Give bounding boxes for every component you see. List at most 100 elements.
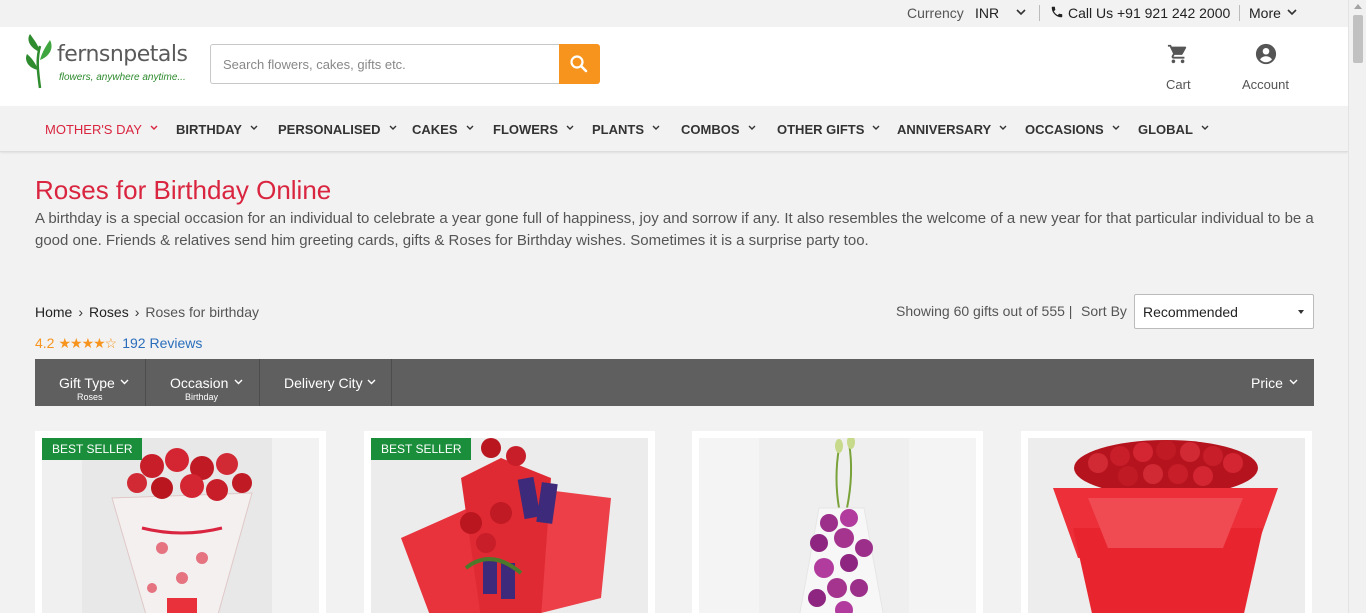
chevron-right-icon: › — [134, 304, 140, 320]
nav-item-label: OTHER GIFTS — [777, 122, 865, 137]
red-rose-bouquet-image — [1028, 438, 1305, 613]
filter-label: Price — [1251, 375, 1283, 391]
nav-item-label: FLOWERS — [493, 122, 558, 137]
chevron-down-icon — [1201, 125, 1209, 130]
product-card[interactable]: BEST SELLER — [364, 431, 655, 613]
nav-item-birthday[interactable]: BIRTHDAY — [176, 122, 258, 137]
nav-item-combos[interactable]: COMBOS — [681, 122, 756, 137]
chevron-down-icon — [999, 125, 1007, 130]
sort-selected-value: Recommended — [1143, 304, 1238, 320]
chevron-down-icon — [367, 379, 376, 385]
reviews-count[interactable]: 192 — [122, 335, 145, 351]
chevron-down-icon — [566, 125, 574, 130]
chevron-down-icon — [1112, 125, 1120, 130]
site-logo[interactable]: fernsnpetals flowers, anywhere anytime..… — [22, 30, 202, 90]
phone-icon — [1051, 6, 1063, 18]
search-button[interactable] — [559, 44, 600, 84]
filter-selected: Roses — [77, 392, 103, 402]
nav-item-anniversary[interactable]: ANNIVERSARY — [897, 122, 1007, 137]
star-rating-icon: ★★★★☆ — [58, 335, 117, 351]
chevron-down-icon[interactable] — [1285, 3, 1299, 21]
page-title: Roses for Birthday Online — [35, 175, 332, 205]
nav-item-label: OCCASIONS — [1025, 122, 1104, 137]
product-card[interactable] — [1021, 431, 1312, 613]
chevron-right-icon: › — [78, 304, 84, 320]
main-nav: MOTHER'S DAY BIRTHDAY PERSONALISED CAKES… — [0, 106, 1348, 152]
product-card[interactable] — [692, 431, 983, 613]
chevron-down-icon — [234, 379, 243, 385]
nav-item-other-gifts[interactable]: OTHER GIFTS — [777, 122, 880, 137]
divider — [1239, 5, 1240, 21]
cart-icon[interactable] — [1167, 43, 1189, 65]
caret-down-icon — [1298, 310, 1304, 314]
search-input[interactable] — [210, 44, 559, 84]
product-image[interactable] — [42, 438, 319, 613]
nav-item-label: CAKES — [412, 122, 458, 137]
breadcrumb-home[interactable]: Home — [35, 304, 72, 320]
chevron-down-icon — [872, 125, 880, 130]
product-image[interactable] — [371, 438, 648, 613]
nav-item-cakes[interactable]: CAKES — [412, 122, 474, 137]
scroll-up-arrow-icon[interactable] — [1354, 4, 1362, 9]
reviews-link[interactable]: Reviews — [149, 335, 202, 351]
product-image[interactable] — [1028, 438, 1305, 613]
filter-delivery-city[interactable]: Delivery City — [260, 359, 392, 406]
breadcrumb-roses[interactable]: Roses — [89, 304, 129, 320]
logo-leaf-icon — [26, 34, 52, 89]
breadcrumb: Home › Roses › Roses for birthday — [35, 304, 259, 320]
page-description: A birthday is a special occasion for an … — [35, 210, 1314, 249]
rose-bouquet-image — [42, 438, 319, 613]
nav-item-mothers-day[interactable]: MOTHER'S DAY — [45, 122, 158, 137]
results-count: Showing 60 gifts out of 555 | — [896, 303, 1073, 319]
currency-select[interactable]: INR — [975, 5, 999, 21]
nav-item-label: ANNIVERSARY — [897, 122, 992, 137]
chevron-down-icon — [120, 379, 129, 385]
chevron-down-icon[interactable] — [1014, 3, 1028, 21]
best-seller-badge: BEST SELLER — [371, 438, 472, 460]
nav-item-personalised[interactable]: PERSONALISED — [278, 122, 397, 137]
nav-item-global[interactable]: GLOBAL — [1138, 122, 1209, 137]
chevron-down-icon — [652, 125, 660, 130]
rating-value: 4.2 — [35, 335, 55, 351]
nav-item-occasions[interactable]: OCCASIONS — [1025, 122, 1120, 137]
filter-label: Delivery City — [284, 375, 363, 391]
account-icon[interactable] — [1255, 43, 1277, 65]
sort-select[interactable]: Recommended — [1134, 294, 1314, 329]
currency-label: Currency — [907, 5, 964, 21]
filter-occasion[interactable]: Occasion Birthday — [146, 359, 260, 406]
logo-tagline: flowers, anywhere anytime... — [59, 72, 186, 83]
sort-label: Sort By — [1081, 303, 1127, 319]
more-menu[interactable]: More — [1249, 5, 1281, 21]
product-card[interactable]: BEST SELLER — [35, 431, 326, 613]
nav-item-plants[interactable]: PLANTS — [592, 122, 660, 137]
nav-item-label: PERSONALISED — [278, 122, 381, 137]
filter-selected: Birthday — [185, 392, 219, 402]
top-utility-bar: Currency INR Call Us +91 921 242 2000 Mo… — [0, 0, 1348, 27]
breadcrumb-current: Roses for birthday — [145, 304, 259, 320]
chevron-down-icon — [748, 125, 755, 130]
best-seller-badge: BEST SELLER — [42, 438, 143, 460]
chevron-down-icon — [150, 125, 158, 130]
chevron-down-icon — [389, 125, 397, 130]
filter-label: Occasion — [170, 375, 229, 391]
account-label[interactable]: Account — [1242, 77, 1289, 92]
rating-summary: 4.2 ★★★★☆ 192 Reviews — [35, 335, 202, 352]
site-header: fernsnpetals flowers, anywhere anytime..… — [0, 27, 1348, 106]
nav-item-label: PLANTS — [592, 122, 644, 137]
chevron-down-icon — [1289, 379, 1298, 385]
cart-label[interactable]: Cart — [1166, 77, 1191, 92]
nav-item-label: MOTHER'S DAY — [45, 122, 142, 137]
chevron-down-icon — [466, 125, 474, 130]
filter-gift-type[interactable]: Gift Type Roses — [35, 359, 146, 406]
nav-item-label: GLOBAL — [1138, 122, 1193, 137]
call-us-link[interactable]: Call Us +91 921 242 2000 — [1068, 5, 1230, 21]
filter-price[interactable]: Price — [1235, 359, 1314, 406]
scrollbar-thumb[interactable] — [1353, 15, 1363, 63]
nav-item-flowers[interactable]: FLOWERS — [493, 122, 574, 137]
page-scrollbar[interactable] — [1348, 0, 1366, 613]
divider — [1039, 5, 1040, 21]
search-icon — [570, 55, 588, 73]
product-image[interactable] — [699, 438, 976, 613]
nav-item-label: COMBOS — [681, 122, 740, 137]
orchid-bouquet-image — [699, 438, 976, 613]
